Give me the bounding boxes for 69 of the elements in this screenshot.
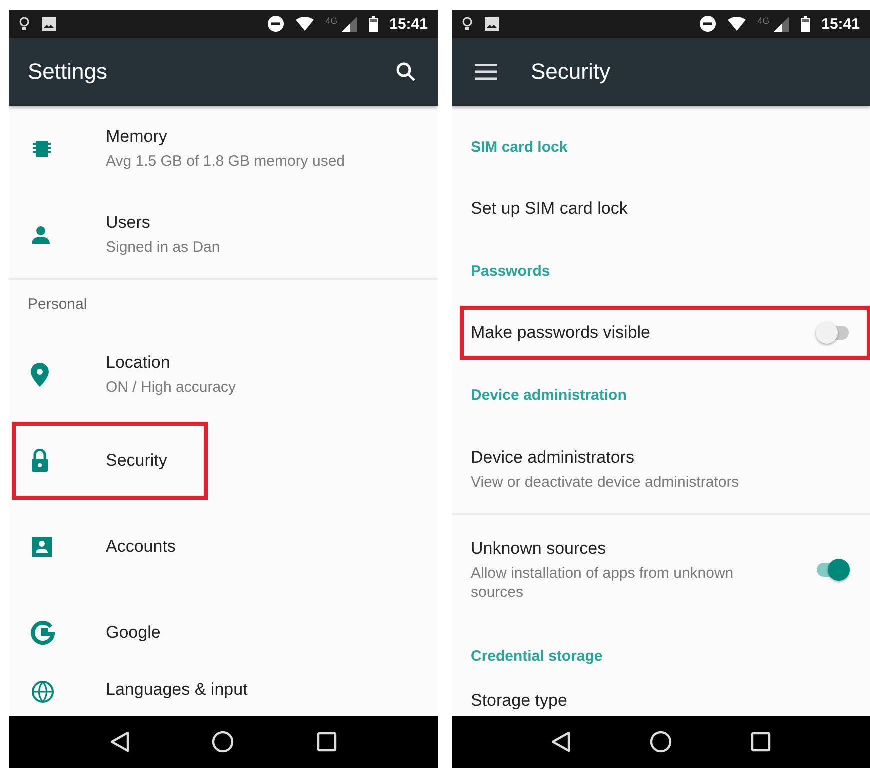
setting-title: Unknown sources [471, 538, 608, 558]
setting-title: Accounts [106, 537, 177, 557]
g-letter-icon [31, 621, 55, 645]
section-header: Passwords [471, 262, 550, 280]
globe-icon [31, 680, 55, 704]
setting-title: Languages & input [106, 680, 249, 700]
setting-title: Security [106, 451, 168, 471]
settings-row[interactable]: Make passwords visible [452, 302, 870, 364]
account-card-icon [31, 536, 53, 558]
setting-summary: ON / High accuracy [106, 378, 238, 397]
image-icon [42, 17, 56, 31]
clock-time: 15:41 [822, 16, 860, 32]
back-icon[interactable] [551, 731, 572, 753]
toolbar-title: Settings [28, 59, 108, 85]
setting-title: Google [106, 623, 162, 643]
settings-row[interactable]: Google [9, 590, 438, 676]
signal-icon [342, 16, 357, 32]
do-not-disturb-icon [700, 16, 716, 32]
setting-summary: Avg 1.5 GB of 1.8 GB memory used [106, 152, 346, 171]
wifi-icon [296, 17, 314, 31]
person-icon [31, 225, 51, 245]
toggle-switch[interactable] [816, 557, 850, 583]
network-type: 4G [326, 16, 338, 26]
settings-row[interactable]: Unknown sources Allow installation of apps from unknown sources [452, 515, 870, 625]
padlock-icon [31, 449, 49, 473]
section-header: SIM card lock [471, 138, 568, 156]
clock-time: 15:41 [390, 16, 428, 32]
wifi-icon [728, 17, 746, 31]
home-icon[interactable] [650, 731, 672, 753]
setting-title: Set up SIM card lock [471, 199, 629, 219]
toolbar-title: Security [531, 59, 612, 85]
section-header: Personal [28, 296, 88, 313]
home-icon[interactable] [212, 731, 234, 753]
settings-row[interactable]: Storage type [452, 687, 870, 716]
section-header: Device administration [471, 386, 627, 404]
setting-title: Memory [106, 127, 168, 147]
search-icon [396, 62, 416, 82]
back-icon[interactable] [110, 731, 130, 753]
memory-chip-icon [31, 138, 53, 160]
setting-title: Make passwords visible [471, 323, 652, 343]
setting-title: Device administrators [471, 448, 636, 468]
recents-icon[interactable] [750, 732, 771, 752]
network-type: 4G [758, 16, 770, 26]
setting-title: Location [106, 353, 172, 373]
setting-summary: View or deactivate device administrators [471, 472, 740, 492]
do-not-disturb-icon [268, 16, 284, 32]
signal-icon [774, 16, 789, 32]
settings-row[interactable]: Device administrators View or deactivate device administrators [452, 426, 870, 513]
settings-row[interactable]: Set up SIM card lock [452, 178, 870, 240]
battery-icon [800, 16, 810, 32]
settings-row[interactable]: Security [9, 418, 438, 504]
setting-title: Storage type [471, 691, 568, 711]
recents-icon[interactable] [316, 732, 337, 752]
settings-row[interactable]: Languages & input [9, 676, 438, 716]
settings-row[interactable]: Memory Avg 1.5 GB of 1.8 GB memory used [9, 106, 438, 192]
setting-summary: Signed in as Dan [106, 238, 222, 257]
setting-summary: Allow installation of apps from unknown sources [471, 564, 735, 602]
lightbulb-icon [462, 16, 473, 32]
settings-row[interactable]: Users Signed in as Dan [9, 192, 438, 278]
settings-row[interactable]: Accounts [9, 504, 438, 590]
lightbulb-icon [19, 16, 30, 32]
setting-title: Users [106, 213, 152, 233]
location-pin-icon [31, 363, 49, 387]
toggle-switch[interactable] [816, 320, 850, 346]
settings-row[interactable]: Location ON / High accuracy [9, 332, 438, 418]
menu-icon [475, 64, 497, 80]
section-header: Credential storage [471, 648, 603, 664]
image-icon [485, 17, 499, 31]
battery-icon [368, 16, 378, 32]
